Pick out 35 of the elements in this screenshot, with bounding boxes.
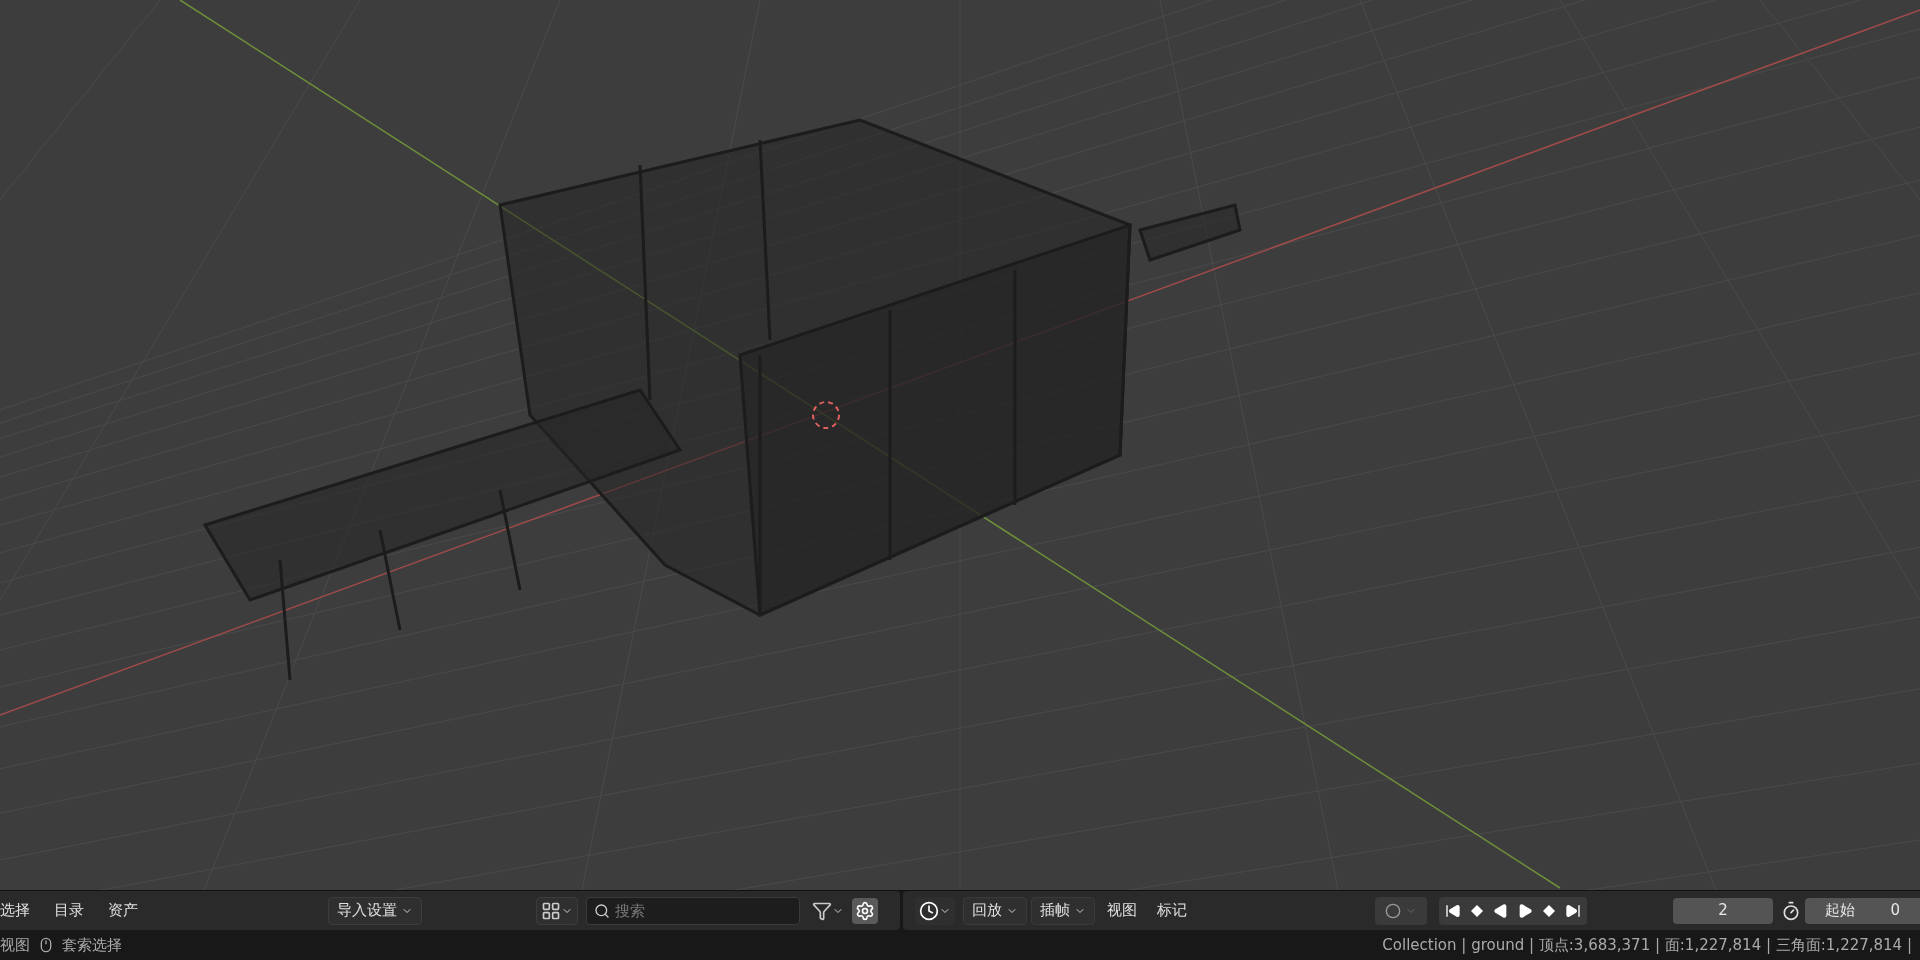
menu-item[interactable]: 选择	[0, 899, 30, 922]
menu-dropdown[interactable]: 插帧	[1031, 896, 1095, 925]
settings-icon	[855, 900, 875, 921]
skip-back-icon	[1445, 902, 1461, 919]
field-label: 起始	[1825, 900, 1855, 922]
diamond-icon	[1541, 902, 1557, 919]
settings-button[interactable]	[852, 897, 878, 924]
current-frame-field[interactable]: 2	[1673, 897, 1773, 924]
search-field[interactable]: 搜索	[586, 896, 800, 925]
3d-cursor-icon	[812, 401, 840, 429]
start-frame-field[interactable]: 起始 0	[1805, 897, 1920, 924]
menu-dropdown[interactable]: 回放	[963, 896, 1027, 925]
auto-keying-toggle[interactable]	[1375, 896, 1427, 925]
editor-type-dropdown[interactable]	[915, 896, 955, 925]
play-reverse-icon	[1493, 902, 1509, 919]
menu-item[interactable]: 视图	[1099, 896, 1145, 925]
skip-forward-icon	[1565, 902, 1581, 919]
filter-icon	[812, 900, 832, 921]
search-icon	[594, 902, 610, 919]
field-value: 0	[1890, 900, 1900, 922]
diamond-icon	[1469, 902, 1485, 919]
play-icon	[1517, 902, 1533, 919]
display-mode-dropdown[interactable]	[536, 896, 578, 925]
menu-item[interactable]: 标记	[1149, 896, 1195, 925]
menu-item[interactable]: 目录	[54, 899, 84, 922]
grid-icon	[541, 900, 561, 921]
menu-item[interactable]: 资产	[108, 899, 138, 922]
mouse-icon	[38, 935, 54, 955]
scene-statistics: Collection | ground | 顶点:3,683,371 | 面:1,227,814 | 三角面:1,227,814 |	[1382, 934, 1912, 956]
clock-icon	[919, 900, 939, 921]
stopwatch-icon	[1781, 900, 1801, 921]
status-hint: 视图	[0, 934, 30, 956]
import-settings-dropdown[interactable]: 导入设置	[328, 896, 422, 925]
record-icon	[1385, 902, 1401, 919]
status-hint: 套索选择	[62, 934, 122, 956]
